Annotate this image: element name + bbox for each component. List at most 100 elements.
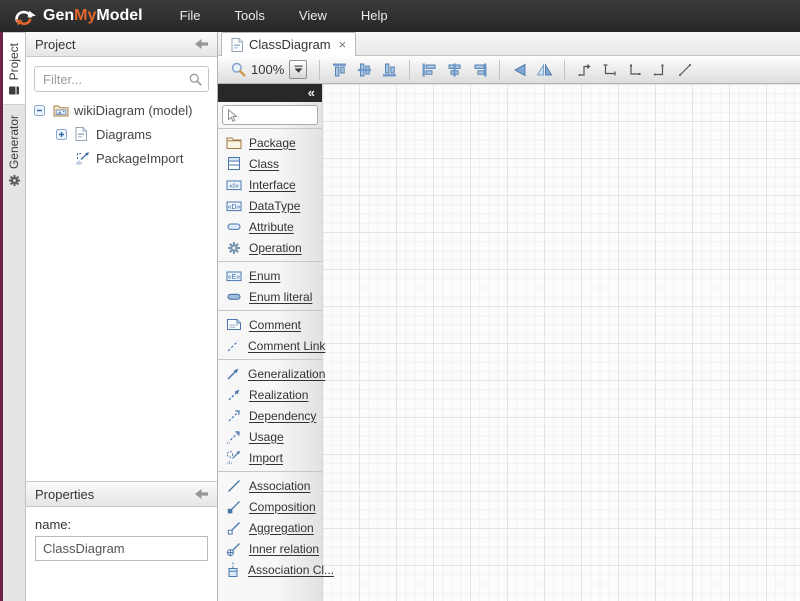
palette-collapse-button[interactable]: «: [308, 85, 315, 101]
palette-item-composition[interactable]: Composition: [218, 496, 322, 517]
menu-tools[interactable]: Tools: [218, 0, 282, 32]
palette-item-label: Operation: [249, 241, 302, 255]
datatype-icon: «D»: [225, 199, 242, 213]
toolbar-separator: [319, 60, 320, 80]
collapse-left-arrow-icon[interactable]: [195, 39, 208, 49]
line-elbow-up-button[interactable]: [647, 58, 672, 81]
line-elbow-down-icon: [602, 62, 618, 78]
palette-item-realization[interactable]: Realization: [218, 384, 322, 405]
palette-item-label: Usage: [249, 430, 284, 444]
palette-item-label: Inner relation: [249, 542, 319, 556]
line-step-icon: [577, 62, 593, 78]
project-panel-header: Project: [26, 32, 217, 57]
package-import-icon: ‹I›: [75, 151, 96, 166]
properties-panel: Properties name:: [26, 481, 217, 571]
collapse-left-arrow-icon[interactable]: [195, 489, 208, 499]
tree-item-diagrams[interactable]: Diagrams: [26, 122, 217, 146]
inner-relation-icon: [225, 541, 242, 557]
palette-item-label: Package: [249, 136, 296, 150]
tree-item-packageimport[interactable]: ‹I›PackageImport: [26, 146, 217, 170]
align-left-button[interactable]: [417, 58, 442, 81]
palette-item-datatype[interactable]: «D»DataType: [218, 195, 322, 216]
align-right-button[interactable]: [467, 58, 492, 81]
palette-item-operation[interactable]: Operation: [218, 237, 322, 258]
realization-icon: [225, 387, 242, 403]
diagram-canvas[interactable]: [322, 84, 800, 601]
palette-item-label: Composition: [249, 500, 316, 514]
palette-header: «: [218, 84, 322, 102]
palette-item-aggregation[interactable]: Aggregation: [218, 517, 322, 538]
palette-item-comment-link[interactable]: Comment Link: [218, 335, 322, 356]
align-left-icon: [421, 62, 438, 78]
line-elbow-down-button[interactable]: [597, 58, 622, 81]
palette-item-label: Association: [249, 479, 310, 493]
align-bottom-button[interactable]: [377, 58, 402, 81]
minus-toggle-icon[interactable]: [34, 105, 53, 116]
tab-classdiagram[interactable]: ClassDiagram ×: [221, 32, 356, 56]
palette-separator: [218, 261, 322, 262]
palette-item-attribute[interactable]: Attribute: [218, 216, 322, 237]
menubar: FileToolsViewHelp: [163, 0, 405, 32]
palette-separator: [218, 310, 322, 311]
tab-label: ClassDiagram: [249, 37, 331, 52]
tab-close-icon[interactable]: ×: [339, 37, 347, 52]
selection-tool[interactable]: [222, 105, 318, 125]
palette-item-generalization[interactable]: Generalization: [218, 363, 322, 384]
plus-toggle-icon[interactable]: [56, 129, 75, 140]
zoom-control[interactable]: 100%: [226, 60, 312, 79]
palette-item-interface[interactable]: «I»Interface: [218, 174, 322, 195]
side-tab-generator[interactable]: Generator: [3, 105, 25, 195]
palette-item-association-cl[interactable]: Association Cl...: [218, 559, 322, 580]
flip-horizontal-button[interactable]: [532, 58, 557, 81]
palette-item-class[interactable]: Class: [218, 153, 322, 174]
genmymodel-logo: GenMyModel: [10, 6, 143, 27]
line-corner-button[interactable]: [622, 58, 647, 81]
generalization-icon: [225, 366, 241, 382]
palette-item-label: Enum literal: [249, 290, 312, 304]
palette-item-dependency[interactable]: Dependency: [218, 405, 322, 426]
project-tree: wikiDiagram (model)Diagrams‹I›PackageImp…: [26, 98, 217, 170]
tree-item-label: PackageImport: [96, 151, 183, 166]
zoom-icon: [231, 62, 246, 77]
diagram-file-icon: [75, 127, 96, 141]
side-tab-project[interactable]: Project: [3, 32, 25, 105]
palette-item-inner-relation[interactable]: Inner relation: [218, 538, 322, 559]
menu-file[interactable]: File: [163, 0, 218, 32]
palette-item-label: Import: [249, 451, 283, 465]
association-class-icon: [225, 562, 241, 578]
name-field[interactable]: [35, 536, 208, 561]
align-middle-button[interactable]: [352, 58, 377, 81]
palette-item-comment[interactable]: Comment: [218, 314, 322, 335]
palette-item-enum[interactable]: «E»Enum: [218, 265, 322, 286]
palette-item-import[interactable]: ‹I›Import: [218, 447, 322, 468]
palette-item-enum-literal[interactable]: Enum literal: [218, 286, 322, 307]
name-field-label: name:: [35, 517, 208, 532]
menu-view[interactable]: View: [282, 0, 344, 32]
svg-text:«I»: «I»: [229, 182, 239, 189]
association-icon: [225, 478, 242, 494]
side-tab-label: Project: [7, 43, 21, 80]
filter-input[interactable]: [34, 66, 209, 92]
properties-panel-header: Properties: [26, 481, 217, 507]
line-step-button[interactable]: [572, 58, 597, 81]
tree-item-wikidiagram-model[interactable]: wikiDiagram (model): [26, 98, 217, 122]
logo-text: GenMyModel: [43, 7, 143, 25]
palette-item-usage[interactable]: ‹› Usage: [218, 426, 322, 447]
side-tab-label: Generator: [7, 115, 21, 169]
attribute-icon: [225, 220, 242, 233]
flip-vertical-button[interactable]: [507, 58, 532, 81]
palette-item-package[interactable]: Package: [218, 132, 322, 153]
cloud-logo-icon: [10, 6, 37, 27]
interface-icon: «I»: [225, 178, 242, 192]
align-center-icon: [446, 62, 463, 78]
line-straight-button[interactable]: [672, 58, 697, 81]
palette-item-label: Association Cl...: [248, 563, 334, 577]
align-center-button[interactable]: [442, 58, 467, 81]
svg-text:‹›: ‹›: [226, 440, 230, 445]
zoom-dropdown-button[interactable]: [289, 60, 307, 79]
toolbar-separator: [564, 60, 565, 80]
align-top-button[interactable]: [327, 58, 352, 81]
palette-item-association[interactable]: Association: [218, 475, 322, 496]
svg-text:«E»: «E»: [227, 273, 240, 280]
menu-help[interactable]: Help: [344, 0, 405, 32]
